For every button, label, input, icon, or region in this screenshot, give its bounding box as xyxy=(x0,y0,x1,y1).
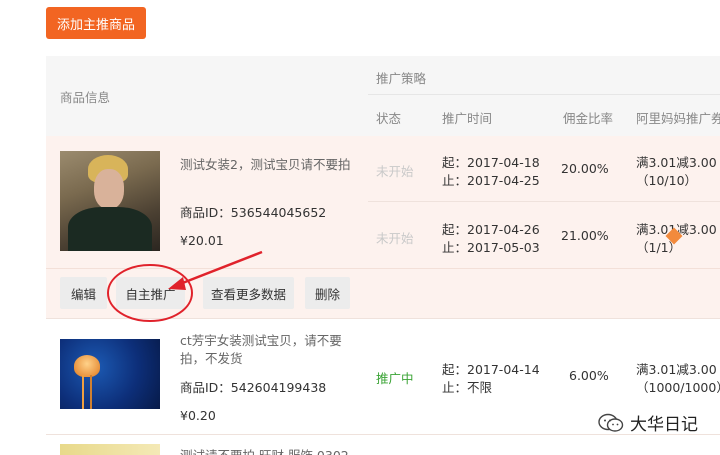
header-coupon: 阿里妈妈推广券 xyxy=(636,111,720,126)
commission-rate: 6.00% xyxy=(569,368,609,383)
product-thumbnail[interactable] xyxy=(60,151,160,251)
coupon-text: 满3.01减3.00 xyxy=(636,362,717,377)
product-id: 商品ID：536544045652 xyxy=(180,205,327,220)
product-thumbnail[interactable] xyxy=(60,339,160,409)
view-more-data-button[interactable]: 查看更多数据 xyxy=(203,277,294,309)
status-text: 推广中 xyxy=(376,371,414,386)
product-thumbnail[interactable] xyxy=(60,444,160,455)
watermark: 大华日记 xyxy=(598,410,698,435)
self-promote-button[interactable]: 自主推广 xyxy=(116,277,185,309)
wechat-icon xyxy=(598,412,624,434)
header-strategy: 推广策略 xyxy=(376,71,427,86)
end-date: 止：不限 xyxy=(442,380,493,395)
coupon-count: （10/10） xyxy=(636,173,698,188)
product-price: ¥0.20 xyxy=(180,408,216,423)
end-date: 止：2017-04-25 xyxy=(442,173,540,188)
product-title[interactable]: 测试女装2，测试宝贝请不要拍 xyxy=(180,154,350,173)
watermark-text: 大华日记 xyxy=(630,415,698,435)
header-divider xyxy=(368,94,720,95)
add-featured-product-button[interactable]: 添加主推商品 xyxy=(46,7,146,39)
header-status: 状态 xyxy=(376,111,402,126)
product-table: 商品信息 推广策略 状态 推广时间 佣金比率 阿里妈妈推广券 测试女装2，测试宝… xyxy=(46,56,720,455)
status-text: 未开始 xyxy=(376,164,414,179)
edit-button[interactable]: 编辑 xyxy=(60,277,107,309)
table-header: 商品信息 推广策略 状态 推广时间 佣金比率 阿里妈妈推广券 xyxy=(46,56,720,136)
header-commission: 佣金比率 xyxy=(563,111,614,126)
end-date: 止：2017-05-03 xyxy=(442,240,540,255)
commission-rate: 21.00% xyxy=(561,228,609,243)
start-date: 起：2017-04-18 xyxy=(442,155,540,170)
product-id: 商品ID：542604199438 xyxy=(180,380,327,395)
start-date: 起：2017-04-14 xyxy=(442,362,540,377)
row-divider xyxy=(46,318,720,319)
product-title[interactable]: 测试请不要拍 旺财 服饰 0302 xyxy=(180,445,349,455)
commission-rate: 20.00% xyxy=(561,161,609,176)
header-time: 推广时间 xyxy=(442,111,493,126)
coupon-count: （1000/1000） xyxy=(636,380,720,395)
delete-button[interactable]: 删除 xyxy=(305,277,350,309)
status-text: 未开始 xyxy=(376,231,414,246)
strategy-divider xyxy=(368,201,720,202)
product-price: ¥20.01 xyxy=(180,233,224,248)
product-title[interactable]: ct芳宇女装测试宝贝，请不要 xyxy=(180,330,342,349)
start-date: 起：2017-04-26 xyxy=(442,222,540,237)
header-product-info: 商品信息 xyxy=(60,90,111,105)
product-title-line2[interactable]: 拍，不发货 xyxy=(180,348,243,367)
coupon-text: 满3.01减3.00 xyxy=(636,155,717,170)
